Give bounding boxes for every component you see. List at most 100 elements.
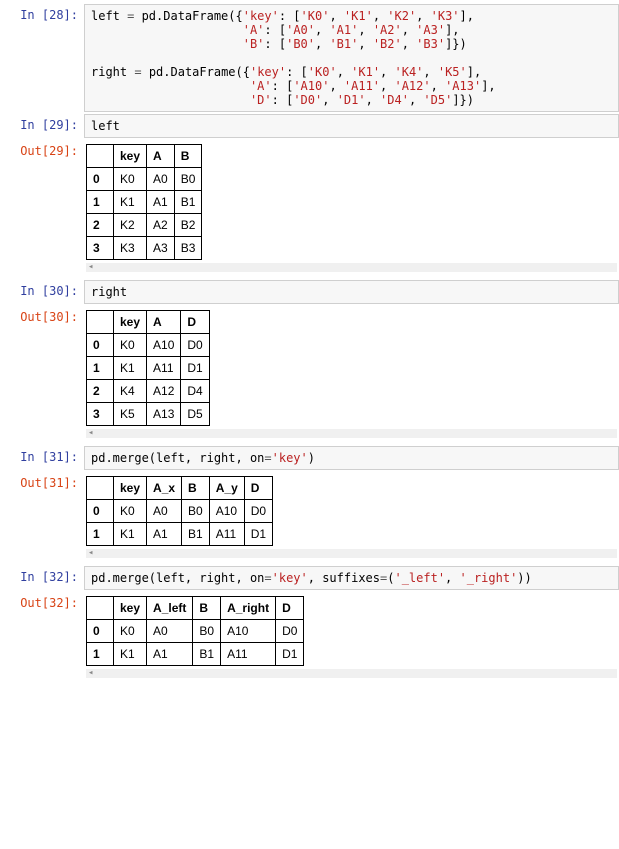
code-input[interactable]: left = pd.DataFrame({'key': ['K0', 'K1',…: [84, 4, 619, 112]
table-cell: A11: [221, 643, 276, 666]
table-cell: B1: [193, 643, 221, 666]
scroll-left-icon: ◂: [88, 262, 93, 272]
horizontal-scrollbar[interactable]: ◂: [86, 429, 617, 438]
code-input[interactable]: left: [84, 114, 619, 138]
table-cell: A11: [209, 523, 244, 546]
horizontal-scrollbar[interactable]: ◂: [86, 549, 617, 558]
notebook-root: In [28]:left = pd.DataFrame({'key': ['K0…: [0, 4, 619, 684]
table-cell: K3: [114, 237, 147, 260]
table-cell: K1: [114, 643, 147, 666]
dataframe-table: keyAD0K0A10D01K1A11D12K4A12D43K5A13D5: [86, 310, 210, 426]
input-cell: In [31]:pd.merge(left, right, on='key'): [0, 446, 619, 470]
output-cell: Out[32]:keyA_leftBA_rightD0K0A0B0A10D01K…: [0, 592, 619, 684]
table-cell: K1: [114, 523, 147, 546]
column-header: key: [114, 477, 147, 500]
input-cell: In [29]:left: [0, 114, 619, 138]
table-cell: K4: [114, 380, 147, 403]
table-cell: A13: [147, 403, 181, 426]
table-cell: B0: [174, 168, 202, 191]
output-area: keyA_xBA_yD0K0A0B0A10D01K1A1B1A11D1◂: [84, 472, 619, 564]
column-header: A_left: [147, 597, 193, 620]
table-cell: A1: [147, 523, 182, 546]
table-cell: D5: [181, 403, 209, 426]
table-row: 3K5A13D5: [87, 403, 210, 426]
column-header: D: [244, 477, 272, 500]
table-cell: A10: [209, 500, 244, 523]
table-cell: A0: [147, 500, 182, 523]
row-index: 1: [87, 191, 114, 214]
table-cell: K2: [114, 214, 147, 237]
table-row: 1K1A1B1: [87, 191, 202, 214]
table-cell: K0: [114, 620, 147, 643]
table-cell: D0: [244, 500, 272, 523]
horizontal-scrollbar[interactable]: ◂: [86, 263, 617, 272]
column-header: A: [147, 311, 181, 334]
table-corner: [87, 311, 114, 334]
out-prompt: Out[29]:: [0, 140, 84, 278]
table-cell: D1: [181, 357, 209, 380]
table-cell: B2: [174, 214, 202, 237]
table-row: 1K1A1B1A11D1: [87, 643, 304, 666]
table-cell: D4: [181, 380, 209, 403]
input-cell: In [28]:left = pd.DataFrame({'key': ['K0…: [0, 4, 619, 112]
column-header: A_y: [209, 477, 244, 500]
row-index: 0: [87, 500, 114, 523]
column-header: B: [174, 145, 202, 168]
table-row: 2K2A2B2: [87, 214, 202, 237]
table-row: 0K0A0B0: [87, 168, 202, 191]
table-corner: [87, 145, 114, 168]
table-cell: A0: [147, 620, 193, 643]
table-cell: B3: [174, 237, 202, 260]
dataframe-table: keyA_xBA_yD0K0A0B0A10D01K1A1B1A11D1: [86, 476, 273, 546]
output-area: keyA_leftBA_rightD0K0A0B0A10D01K1A1B1A11…: [84, 592, 619, 684]
code-input[interactable]: pd.merge(left, right, on='key'): [84, 446, 619, 470]
row-index: 0: [87, 620, 114, 643]
column-header: key: [114, 597, 147, 620]
in-prompt: In [31]:: [0, 446, 84, 470]
row-index: 1: [87, 357, 114, 380]
table-row: 0K0A10D0: [87, 334, 210, 357]
table-cell: K1: [114, 191, 147, 214]
table-cell: A2: [147, 214, 175, 237]
table-row: 2K4A12D4: [87, 380, 210, 403]
table-cell: A10: [221, 620, 276, 643]
column-header: key: [114, 145, 147, 168]
input-cell: In [32]:pd.merge(left, right, on='key', …: [0, 566, 619, 590]
row-index: 3: [87, 237, 114, 260]
table-cell: B0: [182, 500, 210, 523]
table-corner: [87, 597, 114, 620]
table-cell: B1: [174, 191, 202, 214]
in-prompt: In [32]:: [0, 566, 84, 590]
scroll-left-icon: ◂: [88, 668, 93, 678]
table-corner: [87, 477, 114, 500]
table-row: 1K1A1B1A11D1: [87, 523, 273, 546]
column-header: B: [193, 597, 221, 620]
output-cell: Out[30]:keyAD0K0A10D01K1A11D12K4A12D43K5…: [0, 306, 619, 444]
output-cell: Out[29]:keyAB0K0A0B01K1A1B12K2A2B23K3A3B…: [0, 140, 619, 278]
table-cell: B1: [182, 523, 210, 546]
row-index: 2: [87, 380, 114, 403]
column-header: D: [181, 311, 209, 334]
code-input[interactable]: pd.merge(left, right, on='key', suffixes…: [84, 566, 619, 590]
table-row: 1K1A11D1: [87, 357, 210, 380]
table-cell: D0: [276, 620, 304, 643]
column-header: A_right: [221, 597, 276, 620]
table-cell: A1: [147, 191, 175, 214]
table-cell: K0: [114, 334, 147, 357]
table-cell: A0: [147, 168, 175, 191]
code-input[interactable]: right: [84, 280, 619, 304]
table-row: 3K3A3B3: [87, 237, 202, 260]
table-cell: A3: [147, 237, 175, 260]
row-index: 1: [87, 523, 114, 546]
table-cell: B0: [193, 620, 221, 643]
table-cell: D1: [244, 523, 272, 546]
table-cell: A12: [147, 380, 181, 403]
table-cell: K0: [114, 500, 147, 523]
out-prompt: Out[30]:: [0, 306, 84, 444]
column-header: B: [182, 477, 210, 500]
table-cell: D0: [181, 334, 209, 357]
in-prompt: In [28]:: [0, 4, 84, 112]
table-cell: K0: [114, 168, 147, 191]
horizontal-scrollbar[interactable]: ◂: [86, 669, 617, 678]
dataframe-table: keyAB0K0A0B01K1A1B12K2A2B23K3A3B3: [86, 144, 202, 260]
